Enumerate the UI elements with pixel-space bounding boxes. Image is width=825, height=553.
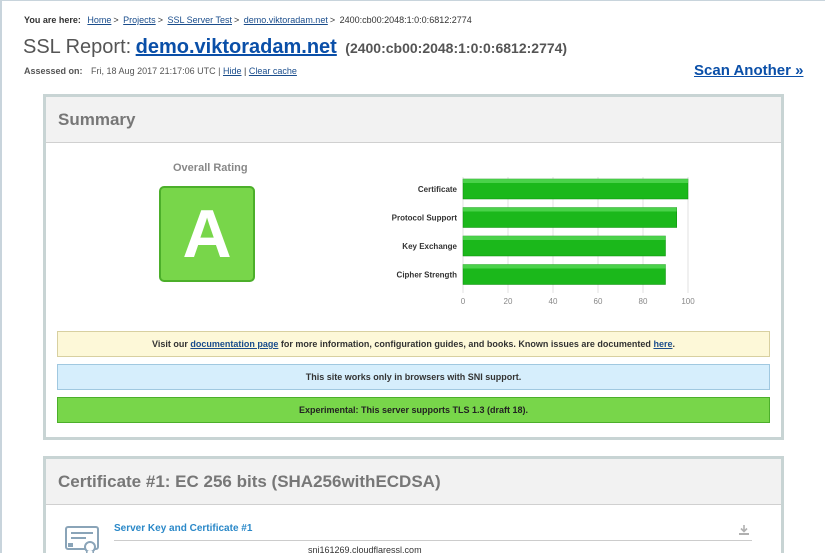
documentation-notice: Visit our documentation page for more in… [57,331,770,357]
category-label: Key Exchange [402,242,457,251]
overall-rating-label: Overall Rating [173,162,248,174]
server-key-cert-heading: Server Key and Certificate #1 [114,523,253,534]
breadcrumb: You are here: Home > Projects > SSL Server… [24,15,472,25]
certificate-icon [65,526,99,553]
sni-notice: This site works only in browsers with SN… [57,364,770,390]
x-tick-label: 60 [594,297,603,306]
x-tick-label: 80 [639,297,648,306]
breadcrumb-current: 2400:cb00:2048:1:0:0:6812:2774 [339,15,472,25]
rating-chart: 0 20 40 60 80 100 Certificate Protocol Support K… [376,177,716,317]
docs-after: . [672,339,675,349]
breadcrumb-ssl-server-test[interactable]: SSL Server Test [167,15,232,25]
certificate-common-name: sni161269.cloudflaressl.com [308,545,422,553]
breadcrumb-host[interactable]: demo.viktoradam.net [244,15,328,25]
breadcrumb-lead: You are here: [24,15,81,25]
bar-highlight [463,179,688,183]
category-label: Certificate [418,185,458,194]
documentation-link[interactable]: documentation page [190,339,278,349]
rating-chart-svg: 0 20 40 60 80 100 Certificate Protocol Support K… [392,177,695,306]
assessed-value: Fri, 18 Aug 2017 21:17:06 UTC | [91,66,221,76]
docs-before: Visit our [152,339,188,349]
certificate-divider [114,540,752,541]
download-icon[interactable] [738,524,750,536]
report-ip: (2400:cb00:2048:1:0:0:6812:2774) [345,40,568,56]
x-tick-label: 40 [549,297,558,306]
summary-heading: Summary [46,97,781,143]
x-tick-label: 100 [681,297,695,306]
assessed-line: Assessed on: Fri, 18 Aug 2017 21:17:06 U… [24,66,297,76]
certificate-panel: Certificate #1: EC 256 bits (SHA256withE… [43,456,784,553]
docs-middle: for more information, configuration guid… [280,339,651,349]
tls13-notice: Experimental: This server supports TLS 1… [57,397,770,423]
assessed-sep: | [244,66,247,76]
hide-link[interactable]: Hide [223,66,242,76]
bar-highlight [463,264,666,269]
assessed-label: Assessed on: [24,66,83,76]
page-title: SSL Report: demo.viktoradam.net (2400:cb… [23,36,567,59]
known-issues-link[interactable]: here [653,339,672,349]
report-prefix: SSL Report: [23,36,132,58]
bar-highlight [463,207,677,212]
scan-another-link[interactable]: Scan Another » [694,62,803,79]
category-label: Cipher Strength [397,271,458,280]
report-host-link[interactable]: demo.viktoradam.net [136,36,337,58]
certificate-heading: Certificate #1: EC 256 bits (SHA256withE… [46,459,781,505]
summary-panel: Summary Overall Rating A 0 20 40 60 80 100 Cer… [43,94,784,440]
grade-badge: A [159,186,255,282]
category-label: Protocol Support [392,214,458,223]
x-tick-label: 0 [461,297,466,306]
breadcrumb-home[interactable]: Home [87,15,111,25]
x-tick-label: 20 [504,297,513,306]
clear-cache-link[interactable]: Clear cache [249,66,297,76]
bar-highlight [463,236,666,240]
breadcrumb-projects[interactable]: Projects [123,15,156,25]
